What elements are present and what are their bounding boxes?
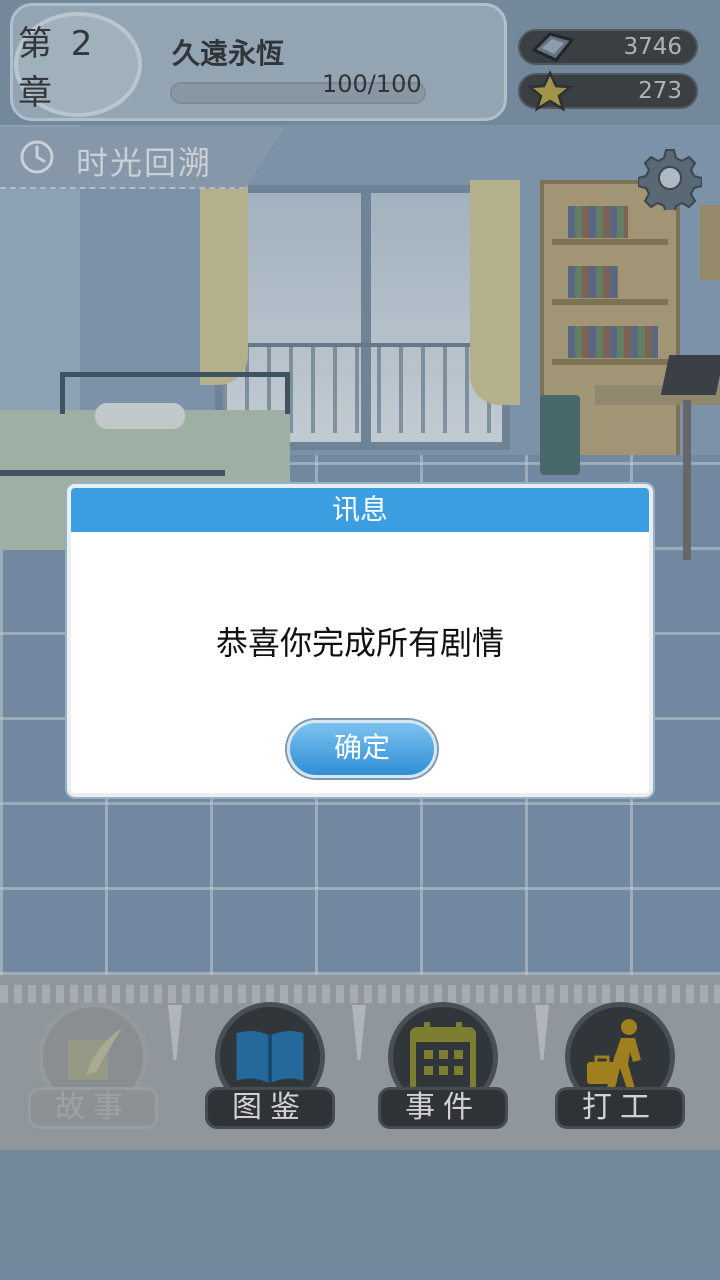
confirm-button[interactable]: 确定: [287, 720, 437, 778]
dialog-message: 恭喜你完成所有剧情: [215, 624, 504, 662]
message-dialog: 讯息 恭喜你完成所有剧情 确定: [67, 484, 653, 797]
dialog-title: 讯息: [71, 488, 649, 532]
